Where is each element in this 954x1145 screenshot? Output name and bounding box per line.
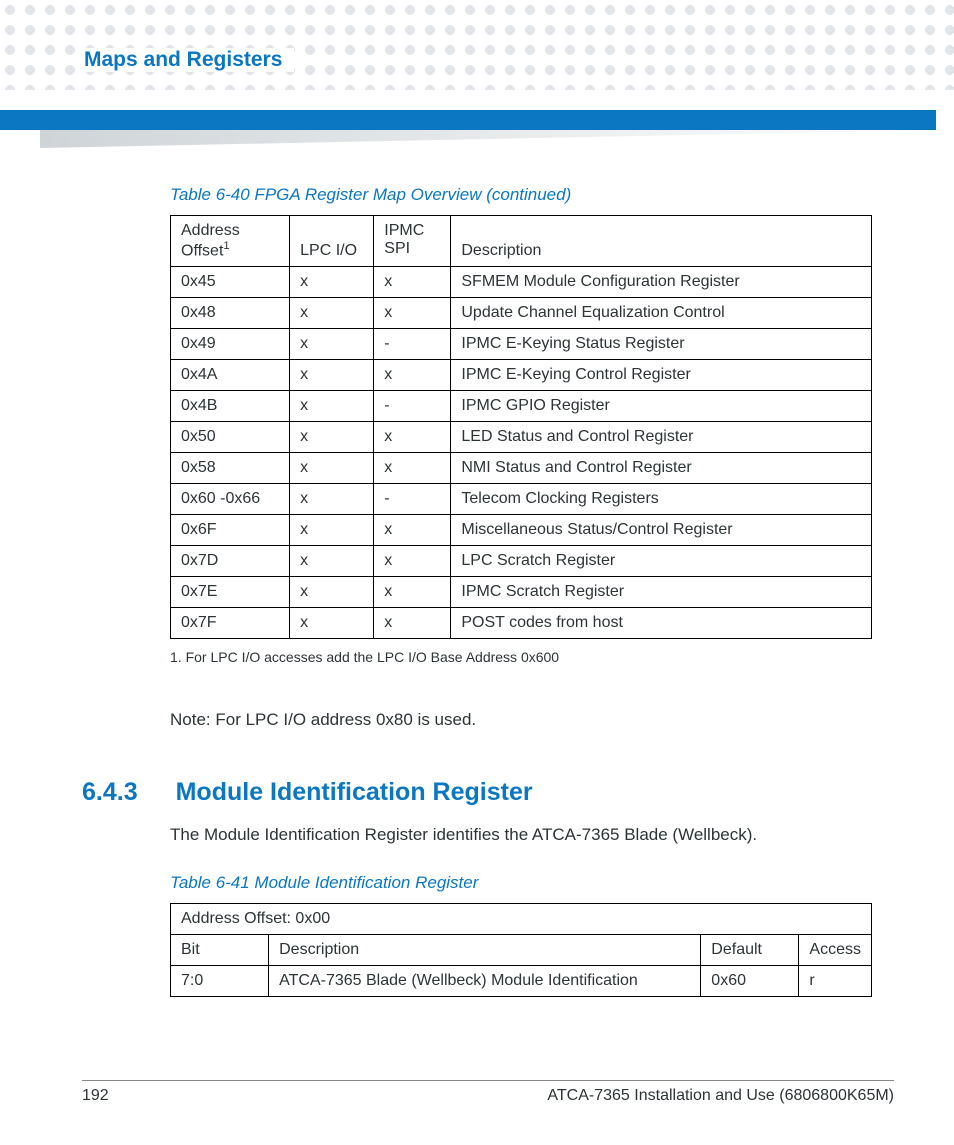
table-row: Bit Description Default Access xyxy=(171,935,872,966)
cell-spi: x xyxy=(374,608,451,639)
cell-addr: 0x4A xyxy=(171,360,290,391)
col-ipmc-line1: IPMC xyxy=(384,222,424,239)
cell-spi: x xyxy=(374,360,451,391)
register-map-table: Address Offset1 LPC I/O IPMC SPI Descrip… xyxy=(170,215,872,639)
cell-lpc: x xyxy=(290,360,374,391)
cell-spi: x xyxy=(374,267,451,298)
header-wedge xyxy=(0,130,936,150)
cell-addr: 0x7D xyxy=(171,546,290,577)
cell-desc: SFMEM Module Configuration Register xyxy=(451,267,872,298)
col-bit: Bit xyxy=(171,935,269,966)
table-header-row: Address Offset1 LPC I/O IPMC SPI Descrip… xyxy=(171,216,872,267)
table-row: 0x7FxxPOST codes from host xyxy=(171,608,872,639)
table-row: 0x6FxxMiscellaneous Status/Control Regis… xyxy=(171,515,872,546)
col-access: Access xyxy=(799,935,872,966)
cell-spi: x xyxy=(374,515,451,546)
cell-addr: 0x7F xyxy=(171,608,290,639)
table-row: 0x7DxxLPC Scratch Register xyxy=(171,546,872,577)
section-number: 6.4.3 xyxy=(82,778,138,807)
page-number: 192 xyxy=(82,1087,109,1105)
cell-lpc: x xyxy=(290,391,374,422)
cell-desc: IPMC E-Keying Control Register xyxy=(451,360,872,391)
cell-lpc: x xyxy=(290,608,374,639)
cell-desc: ATCA-7365 Blade (Wellbeck) Module Identi… xyxy=(269,966,701,997)
cell-lpc: x xyxy=(290,329,374,360)
table-caption: Table 6-40 FPGA Register Map Overview (c… xyxy=(170,185,872,205)
table-row: 0x45xxSFMEM Module Configuration Registe… xyxy=(171,267,872,298)
cell-desc: POST codes from host xyxy=(451,608,872,639)
section-description: The Module Identification Register ident… xyxy=(170,825,872,845)
cell-addr: 0x49 xyxy=(171,329,290,360)
table-row: 0x48xxUpdate Channel Equalization Contro… xyxy=(171,298,872,329)
cell-spi: x xyxy=(374,546,451,577)
cell-default: 0x60 xyxy=(701,966,799,997)
cell-spi: x xyxy=(374,422,451,453)
cell-lpc: x xyxy=(290,546,374,577)
cell-lpc: x xyxy=(290,484,374,515)
cell-lpc: x xyxy=(290,453,374,484)
cell-spi: x xyxy=(374,577,451,608)
col-address-line1: Address xyxy=(181,222,240,239)
cell-lpc: x xyxy=(290,422,374,453)
section-title: Module Identification Register xyxy=(176,778,533,807)
cell-desc: NMI Status and Control Register xyxy=(451,453,872,484)
table-caption-2: Table 6-41 Module Identification Registe… xyxy=(170,873,872,893)
table-row: 0x49x-IPMC E-Keying Status Register xyxy=(171,329,872,360)
cell-addr: 0x60 -0x66 xyxy=(171,484,290,515)
cell-bit: 7:0 xyxy=(171,966,269,997)
cell-lpc: x xyxy=(290,515,374,546)
col-ipmc-line2: SPI xyxy=(384,240,410,257)
cell-addr: 0x50 xyxy=(171,422,290,453)
cell-access: r xyxy=(799,966,872,997)
cell-desc: Telecom Clocking Registers xyxy=(451,484,872,515)
cell-desc: LPC Scratch Register xyxy=(451,546,872,577)
col-ipmc-spi: IPMC SPI xyxy=(374,216,451,267)
table-row: 0x4Bx-IPMC GPIO Register xyxy=(171,391,872,422)
cell-addr: 0x45 xyxy=(171,267,290,298)
cell-desc: LED Status and Control Register xyxy=(451,422,872,453)
table-footnote: 1. For LPC I/O accesses add the LPC I/O … xyxy=(170,649,872,665)
header-bar xyxy=(0,110,936,130)
cell-desc: IPMC GPIO Register xyxy=(451,391,872,422)
decorative-dots xyxy=(0,0,954,90)
cell-addr: 0x58 xyxy=(171,453,290,484)
col-address-line2: Offset xyxy=(181,242,223,259)
cell-spi: x xyxy=(374,453,451,484)
cell-spi: - xyxy=(374,329,451,360)
cell-spi: - xyxy=(374,484,451,515)
breadcrumb: Maps and Registers xyxy=(84,48,294,72)
col-description: Description xyxy=(451,216,872,267)
doc-title: ATCA-7365 Installation and Use (6806800K… xyxy=(547,1087,894,1105)
cell-desc: Miscellaneous Status/Control Register xyxy=(451,515,872,546)
table-row: 0x60 -0x66x-Telecom Clocking Registers xyxy=(171,484,872,515)
cell-lpc: x xyxy=(290,577,374,608)
col-desc: Description xyxy=(269,935,701,966)
cell-desc: IPMC Scratch Register xyxy=(451,577,872,608)
cell-addr: 0x48 xyxy=(171,298,290,329)
cell-addr: 0x4B xyxy=(171,391,290,422)
cell-desc: Update Channel Equalization Control xyxy=(451,298,872,329)
cell-addr: 0x7E xyxy=(171,577,290,608)
table-row: 0x58xxNMI Status and Control Register xyxy=(171,453,872,484)
col-lpc-io: LPC I/O xyxy=(290,216,374,267)
note-text: Note: For LPC I/O address 0x80 is used. xyxy=(170,710,872,730)
table-row: 0x4AxxIPMC E-Keying Control Register xyxy=(171,360,872,391)
cell-lpc: x xyxy=(290,298,374,329)
section-heading: 6.4.3 Module Identification Register xyxy=(82,778,872,807)
table-row: 7:0 ATCA-7365 Blade (Wellbeck) Module Id… xyxy=(171,966,872,997)
table-row: 0x7ExxIPMC Scratch Register xyxy=(171,577,872,608)
cell-lpc: x xyxy=(290,267,374,298)
page-footer: 192 ATCA-7365 Installation and Use (6806… xyxy=(82,1080,894,1105)
cell-desc: IPMC E-Keying Status Register xyxy=(451,329,872,360)
address-offset-cell: Address Offset: 0x00 xyxy=(171,904,872,935)
col-address-offset: Address Offset1 xyxy=(171,216,290,267)
cell-addr: 0x6F xyxy=(171,515,290,546)
table-row: Address Offset: 0x00 xyxy=(171,904,872,935)
module-id-table: Address Offset: 0x00 Bit Description Def… xyxy=(170,903,872,997)
table-row: 0x50xxLED Status and Control Register xyxy=(171,422,872,453)
cell-spi: - xyxy=(374,391,451,422)
col-default: Default xyxy=(701,935,799,966)
cell-spi: x xyxy=(374,298,451,329)
col-address-sup: 1 xyxy=(223,240,229,252)
